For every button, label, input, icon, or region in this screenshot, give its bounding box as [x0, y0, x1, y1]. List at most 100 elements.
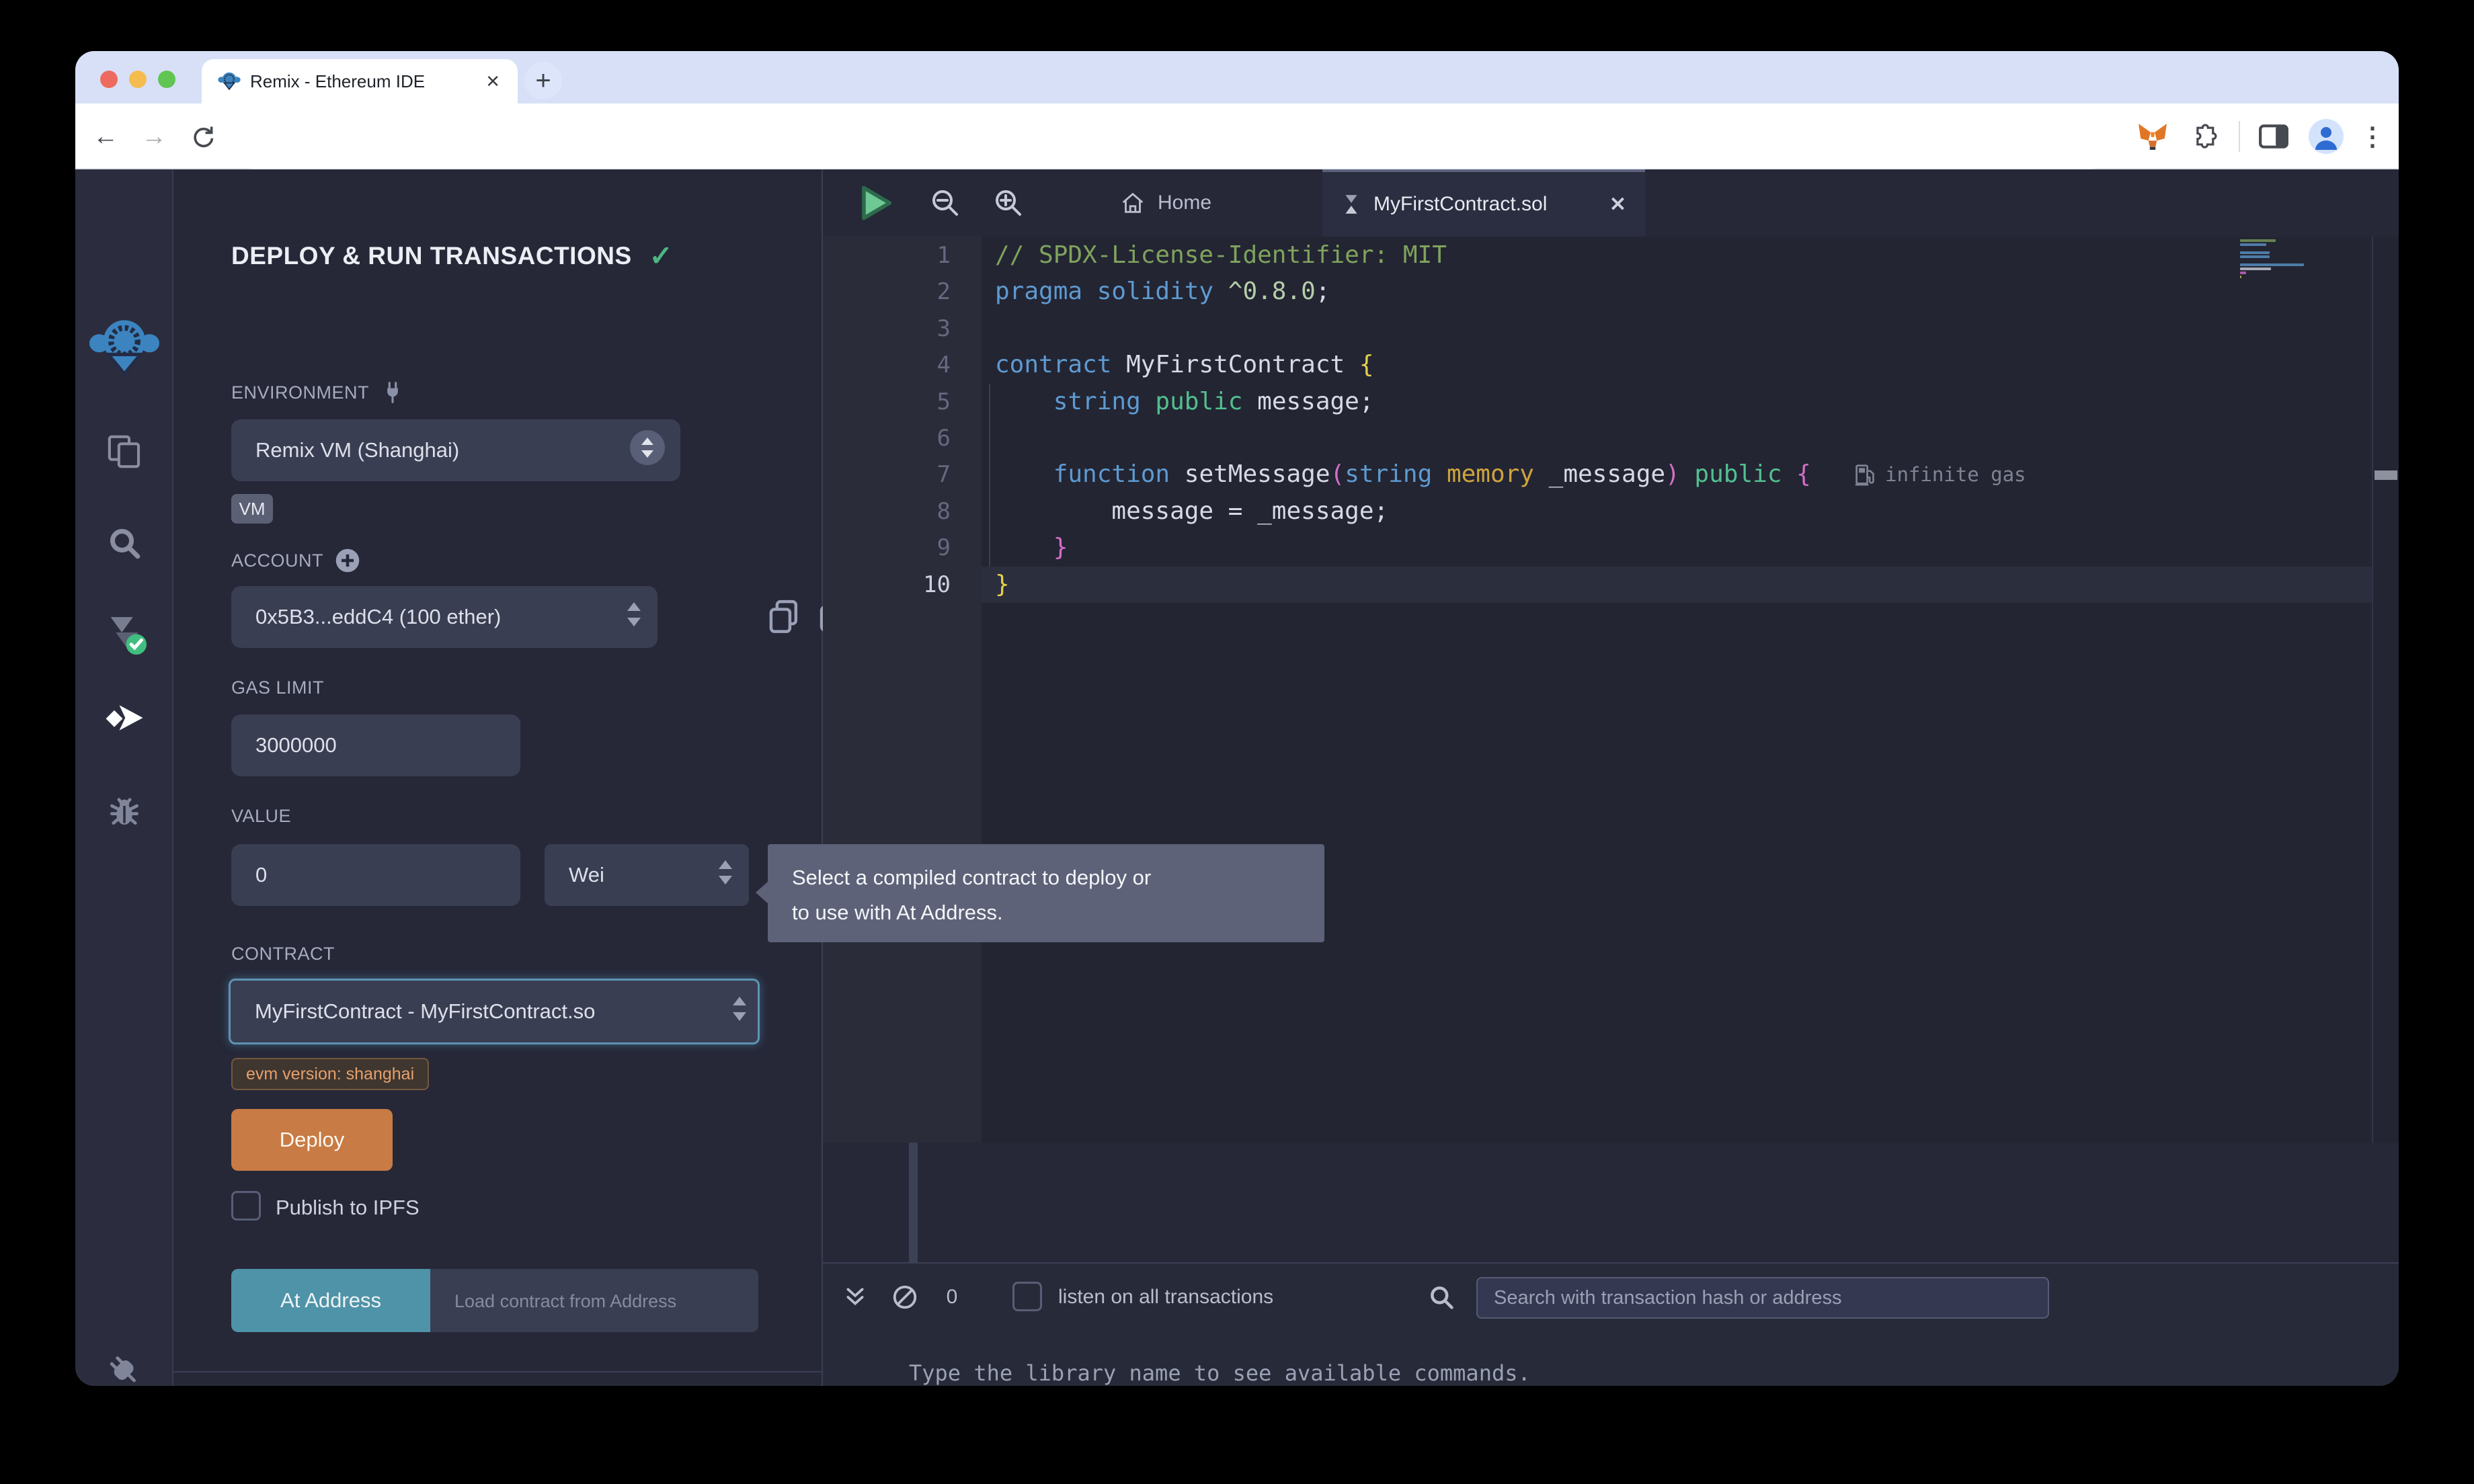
gas-limit-label: GAS LIMIT — [231, 677, 324, 698]
remix-app: DEPLOY & RUN TRANSACTIONS ✓ › ENVIRONMEN… — [75, 169, 2399, 1386]
vm-badge: VM — [231, 494, 273, 524]
new-tab-button[interactable]: + — [524, 62, 562, 99]
icon-rail — [75, 169, 173, 1386]
line-number: 5 — [823, 384, 982, 420]
extensions-puzzle-icon[interactable] — [2184, 104, 2224, 169]
code-line[interactable]: function setMessage(string memory _messa… — [982, 456, 2372, 493]
close-window-button[interactable] — [100, 71, 118, 88]
value-label: VALUE — [231, 806, 291, 827]
code-line[interactable]: string public message; — [982, 384, 2372, 420]
tooltip-line2: to use with At Address. — [792, 895, 1300, 930]
deploy-run-panel: DEPLOY & RUN TRANSACTIONS ✓ › ENVIRONMEN… — [173, 169, 823, 1386]
terminal-search-icon — [1424, 1280, 1459, 1315]
deploy-button[interactable]: Deploy — [231, 1109, 393, 1171]
panel-title: DEPLOY & RUN TRANSACTIONS — [231, 242, 632, 270]
contract-tooltip: Select a compiled contract to deploy or … — [768, 844, 1324, 942]
at-address-button[interactable]: At Address — [231, 1269, 430, 1332]
browser-tab-strip: Remix - Ethereum IDE ✕ + — [75, 51, 2399, 104]
search-icon[interactable] — [75, 524, 173, 562]
remix-logo[interactable] — [75, 316, 173, 380]
clear-console-icon[interactable] — [887, 1280, 922, 1315]
contract-label: CONTRACT — [231, 944, 335, 964]
load-contract-address-input[interactable] — [430, 1269, 758, 1332]
maximize-window-button[interactable] — [158, 71, 175, 88]
browser-toolbar: ← → remix.ethereum.org/#lang=en&optimize… — [75, 104, 2399, 169]
listen-transactions-checkbox[interactable] — [1012, 1282, 1042, 1311]
code-line[interactable]: contract MyFirstContract { — [982, 347, 2372, 383]
code-line[interactable] — [982, 420, 2372, 456]
tab-myfirstcontract[interactable]: MyFirstContract.sol ✕ — [1322, 169, 1645, 237]
code-area[interactable]: 12345678910 // SPDX-License-Identifier: … — [823, 237, 2399, 1143]
compiled-check-icon: ✓ — [649, 239, 674, 272]
environment-label: ENVIRONMENT — [231, 379, 405, 406]
side-panel-icon[interactable] — [2253, 104, 2294, 169]
file-explorer-icon[interactable] — [75, 433, 173, 470]
account-select[interactable]: 0x5B3...eddC4 (100 ether) — [231, 586, 657, 648]
overview-ruler-mark — [2375, 470, 2397, 480]
home-icon — [1119, 189, 1147, 217]
evm-version-badge: evm version: shanghai — [231, 1058, 429, 1090]
account-label: ACCOUNT — [231, 547, 361, 574]
publish-ipfs-checkbox[interactable] — [231, 1191, 261, 1221]
gas-annotation: infinite gas — [1854, 456, 2026, 493]
panel-divider — [173, 1371, 823, 1372]
deploy-run-icon[interactable] — [75, 702, 173, 734]
transaction-count: 0 — [939, 1280, 965, 1315]
metamask-icon[interactable] — [2132, 104, 2173, 169]
zoom-out-icon[interactable] — [929, 169, 961, 237]
minimap[interactable] — [2240, 239, 2368, 278]
tab-close-icon[interactable]: ✕ — [485, 71, 500, 92]
remix-favicon-icon — [218, 71, 241, 92]
solidity-compiler-icon[interactable] — [75, 610, 173, 655]
plugin-manager-icon[interactable] — [75, 1350, 173, 1386]
line-number: 6 — [823, 420, 982, 456]
code-line[interactable]: message = _message; — [982, 493, 2372, 530]
debugger-bug-icon[interactable] — [75, 792, 173, 829]
code-line[interactable]: // SPDX-License-Identifier: MIT — [982, 237, 2372, 274]
panel-header: DEPLOY & RUN TRANSACTIONS ✓ — [231, 239, 673, 272]
add-account-icon[interactable] — [334, 547, 361, 574]
value-input[interactable] — [231, 844, 520, 906]
value-unit-select[interactable]: Wei — [545, 844, 749, 906]
browser-tab[interactable]: Remix - Ethereum IDE ✕ — [202, 59, 518, 104]
line-number: 3 — [823, 311, 982, 347]
line-number: 1 — [823, 237, 982, 274]
code-line[interactable]: } — [982, 530, 2372, 566]
terminal-search-input[interactable] — [1476, 1277, 2049, 1319]
publish-ipfs-label: Publish to IPFS — [276, 1196, 420, 1220]
code-lines: // SPDX-License-Identifier: MITpragma so… — [982, 237, 2372, 603]
minimize-window-button[interactable] — [129, 71, 147, 88]
terminal-message: Type the library name to see available c… — [909, 1360, 1531, 1386]
code-line[interactable]: pragma solidity ^0.8.0; — [982, 274, 2372, 310]
collapse-terminal-icon[interactable] — [838, 1280, 873, 1315]
back-icon[interactable]: ← — [89, 104, 122, 169]
browser-window: Remix - Ethereum IDE ✕ + ← → remix.ether… — [75, 51, 2399, 1386]
tab-home[interactable]: Home — [1119, 169, 1211, 237]
line-number: 10 — [823, 567, 982, 603]
line-number: 7 — [823, 456, 982, 493]
environment-plug-icon — [380, 379, 405, 406]
line-number: 2 — [823, 274, 982, 310]
line-number: 9 — [823, 530, 982, 566]
browser-menu-icon[interactable]: ⋮ — [2356, 104, 2389, 169]
run-script-icon[interactable] — [861, 169, 891, 237]
copy-account-icon[interactable] — [766, 598, 801, 639]
environment-select[interactable]: Remix VM (Shanghai) — [231, 419, 680, 481]
zoom-in-icon[interactable] — [992, 169, 1025, 237]
gas-limit-input[interactable] — [231, 714, 520, 776]
editor-tab-bar: Home MyFirstContract.sol ✕ — [823, 169, 2399, 237]
tooltip-line1: Select a compiled contract to deploy or — [792, 860, 1300, 895]
editor-scrollbar-rail[interactable] — [2372, 237, 2399, 1143]
toolbar-divider — [2239, 121, 2240, 152]
line-number: 4 — [823, 347, 982, 383]
reload-icon[interactable] — [186, 104, 219, 169]
select-arrows-icon — [625, 600, 643, 634]
code-line[interactable]: } — [982, 567, 2372, 603]
tab-title: Remix - Ethereum IDE — [250, 71, 485, 92]
tab-close-icon[interactable]: ✕ — [1609, 193, 1626, 216]
profile-avatar[interactable] — [2306, 104, 2346, 169]
forward-icon[interactable]: → — [137, 104, 171, 169]
code-line[interactable] — [982, 311, 2372, 347]
contract-select[interactable]: MyFirstContract - MyFirstContract.so — [229, 979, 760, 1044]
terminal: 0 listen on all transactions Type the li… — [823, 1262, 2399, 1386]
